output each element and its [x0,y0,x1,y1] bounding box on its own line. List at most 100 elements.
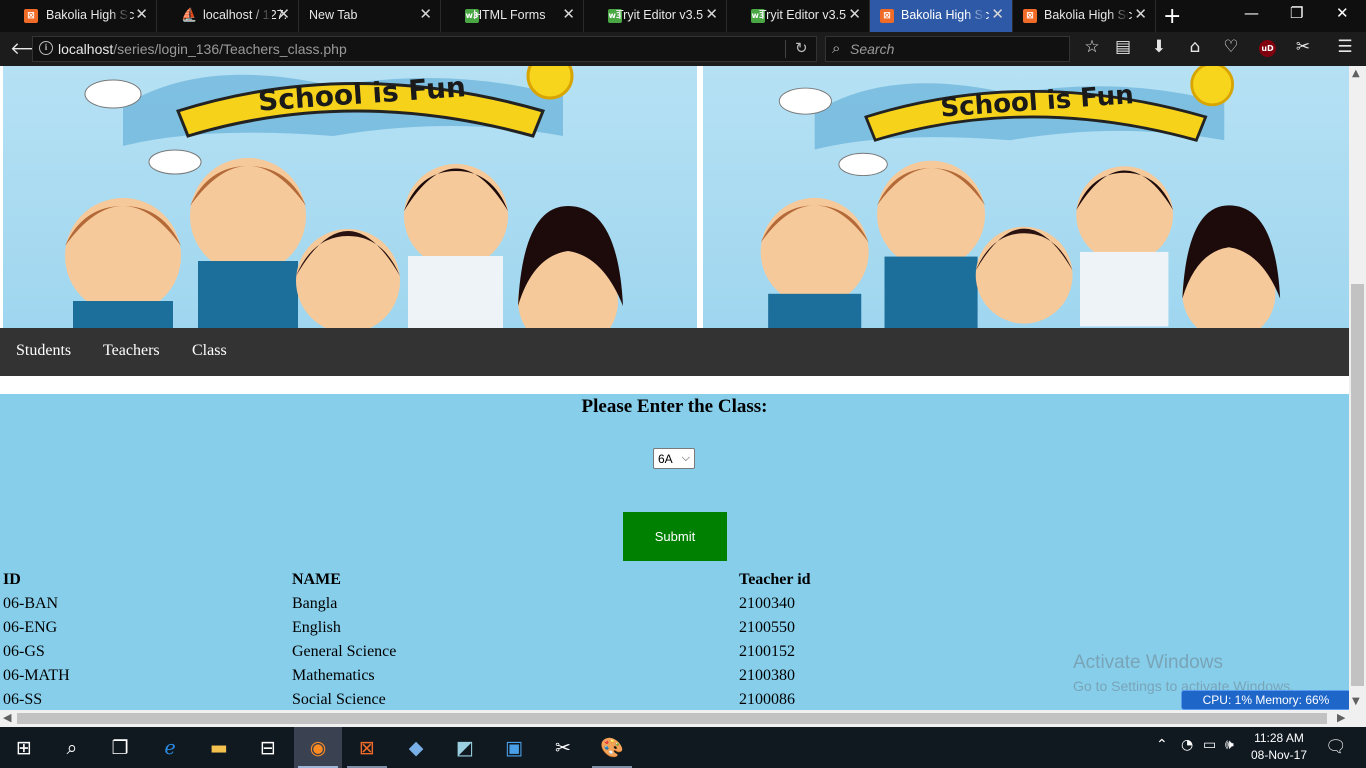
tab-localhost[interactable]: ⛵ localhost / 127. ✕ [157,0,299,32]
banner-image: School is Fun [703,66,1349,328]
search-box[interactable]: ⌕ [825,36,1070,62]
scroll-down-icon[interactable]: ▼ [1352,696,1360,707]
battery-icon[interactable]: ▭ [1203,737,1216,753]
ublock-icon[interactable]: uD [1259,40,1276,57]
column-header: Teacher id [739,571,811,588]
app-window-icon[interactable]: ▣ [490,727,538,768]
restore-icon[interactable]: ❐ [1290,4,1303,22]
scrollbar-thumb[interactable] [17,713,1327,724]
snipping-tool-icon[interactable]: ✂ [539,727,587,768]
reload-icon[interactable]: ↻ [795,39,808,57]
xampp-icon[interactable]: ⊠ [343,727,391,768]
xampp-icon: ⊠ [880,9,894,23]
table-cell: General Science [292,643,397,660]
chevron-down-icon: ⌵ [681,451,690,464]
column-header: NAME [292,571,341,588]
table-row: 06-SS Social Science 2100086 [0,688,1036,710]
cpu-memory-widget[interactable]: CPU: 1% Memory: 66% [1181,690,1351,710]
pocket-icon[interactable]: ♡ [1220,37,1242,57]
home-icon[interactable]: ⌂ [1184,37,1206,57]
menu-teachers[interactable]: Teachers [103,342,160,360]
navigation-toolbar: 🡐 i localhost/series/login_136/Teachers_… [0,32,1366,66]
tab-html-forms[interactable]: w3 HTML Forms ✕ [441,0,584,32]
table-cell: Social Science [292,691,386,708]
screenshot-icon[interactable]: ✂ [1292,37,1314,57]
reading-list-icon[interactable]: ▤ [1112,37,1134,57]
close-icon[interactable]: ✕ [419,5,432,23]
edge-icon[interactable]: ℯ [146,727,194,768]
tab-tryit-2[interactable]: w3 Tryit Editor v3.5 ✕ [727,0,870,32]
download-icon[interactable]: ⬇ [1148,37,1170,57]
table-cell: English [292,619,341,636]
firefox-icon[interactable]: ◉ [294,727,342,768]
menu-class[interactable]: Class [192,342,227,360]
table-cell: Mathematics [292,667,375,684]
search-icon[interactable]: ⌕ [48,727,96,768]
tab-label: localhost / 127. [203,8,288,22]
table-row: 06-MATH Mathematics 2100380 [0,664,1036,688]
paint-icon[interactable]: 🎨 [588,727,636,768]
xampp-icon: ⊠ [24,9,38,23]
minimize-icon[interactable]: — [1244,4,1259,22]
tab-bakolia-active[interactable]: ⊠ Bakolia High Sc ✕ [870,0,1013,32]
file-explorer-icon[interactable]: ▬ [195,727,243,768]
table-cell: 2100086 [739,691,795,708]
notifications-icon[interactable]: 🗨 [1325,737,1347,757]
close-icon[interactable]: ✕ [991,5,1004,23]
hamburger-menu-icon[interactable]: ☰ [1334,37,1356,57]
close-icon[interactable]: ✕ [562,5,575,23]
info-icon[interactable]: i [39,41,53,55]
phpmyadmin-icon: ⛵ [181,8,198,23]
submit-button[interactable]: Submit [623,512,727,561]
column-header: ID [3,571,21,588]
tab-label: HTML Forms [473,8,546,22]
task-view-icon[interactable]: ❐ [96,727,144,768]
chevron-up-icon[interactable]: ⌃ [1156,737,1168,753]
table-cell: 2100550 [739,619,795,636]
class-select[interactable]: 6A ⌵ [653,448,695,469]
scroll-right-icon[interactable]: ▶ [1337,711,1345,724]
scrollbar-thumb[interactable] [1351,284,1364,686]
tab-strip: ⊠ Bakolia High Sc ✕ ⛵ localhost / 127. ✕… [0,0,1366,32]
scroll-left-icon[interactable]: ◀ [3,711,11,724]
new-tab-icon[interactable]: + [1163,4,1181,29]
virtualbox-icon[interactable]: ◆ [392,727,440,768]
table-row: 06-ENG English 2100550 [0,616,1036,640]
close-icon[interactable]: ✕ [277,5,290,23]
tab-bakolia-1[interactable]: ⊠ Bakolia High Sc ✕ [0,0,157,32]
network-icon[interactable]: ◔ [1181,737,1193,753]
menu-students[interactable]: Students [16,342,71,360]
window-close-icon[interactable]: ✕ [1336,4,1349,22]
table-cell: 06-SS [3,691,43,708]
close-icon[interactable]: ✕ [705,5,718,23]
store-icon[interactable]: ⊟ [244,727,292,768]
close-icon[interactable]: ✕ [135,5,148,23]
url-text[interactable]: localhost/series/login_136/Teachers_clas… [58,41,347,57]
table-cell: 06-MATH [3,667,70,684]
scroll-up-icon[interactable]: ▲ [1352,68,1360,79]
windows-start-icon[interactable]: ⊞ [0,727,48,768]
vertical-scrollbar[interactable]: ▲ ▼ [1349,66,1366,710]
horizontal-scrollbar[interactable]: ◀ ▶ [0,710,1366,727]
table-cell: 06-BAN [3,595,59,612]
tab-bakolia-2[interactable]: ⊠ Bakolia High Sc ✕ [1013,0,1156,32]
app-icon[interactable]: ◩ [441,727,489,768]
table-cell: 06-ENG [3,619,58,636]
table-cell: 2100152 [739,643,795,660]
search-input[interactable] [850,40,1060,58]
xampp-icon: ⊠ [1023,9,1037,23]
tab-tryit-1[interactable]: w3 Tryit Editor v3.5 ✕ [584,0,727,32]
close-icon[interactable]: ✕ [848,5,861,23]
main-menu: Students Teachers Class [0,328,1349,376]
url-bar[interactable]: i localhost/series/login_136/Teachers_cl… [32,36,817,62]
table-cell: 2100380 [739,667,795,684]
page-viewport: School is Fun School is Fun Students Tea… [0,66,1349,710]
close-icon[interactable]: ✕ [1134,5,1147,23]
bookmark-star-icon[interactable]: ☆ [1081,37,1103,57]
tab-label: Tryit Editor v3.5 [759,8,847,22]
volume-icon[interactable]: 🕪 [1225,737,1234,753]
system-clock[interactable]: 11:28 AM 08-Nov-17 [1244,730,1314,764]
tab-new-tab[interactable]: New Tab ✕ [299,0,441,32]
banner: School is Fun School is Fun [0,66,1349,328]
table-row: 06-BAN Bangla 2100340 [0,592,1036,616]
